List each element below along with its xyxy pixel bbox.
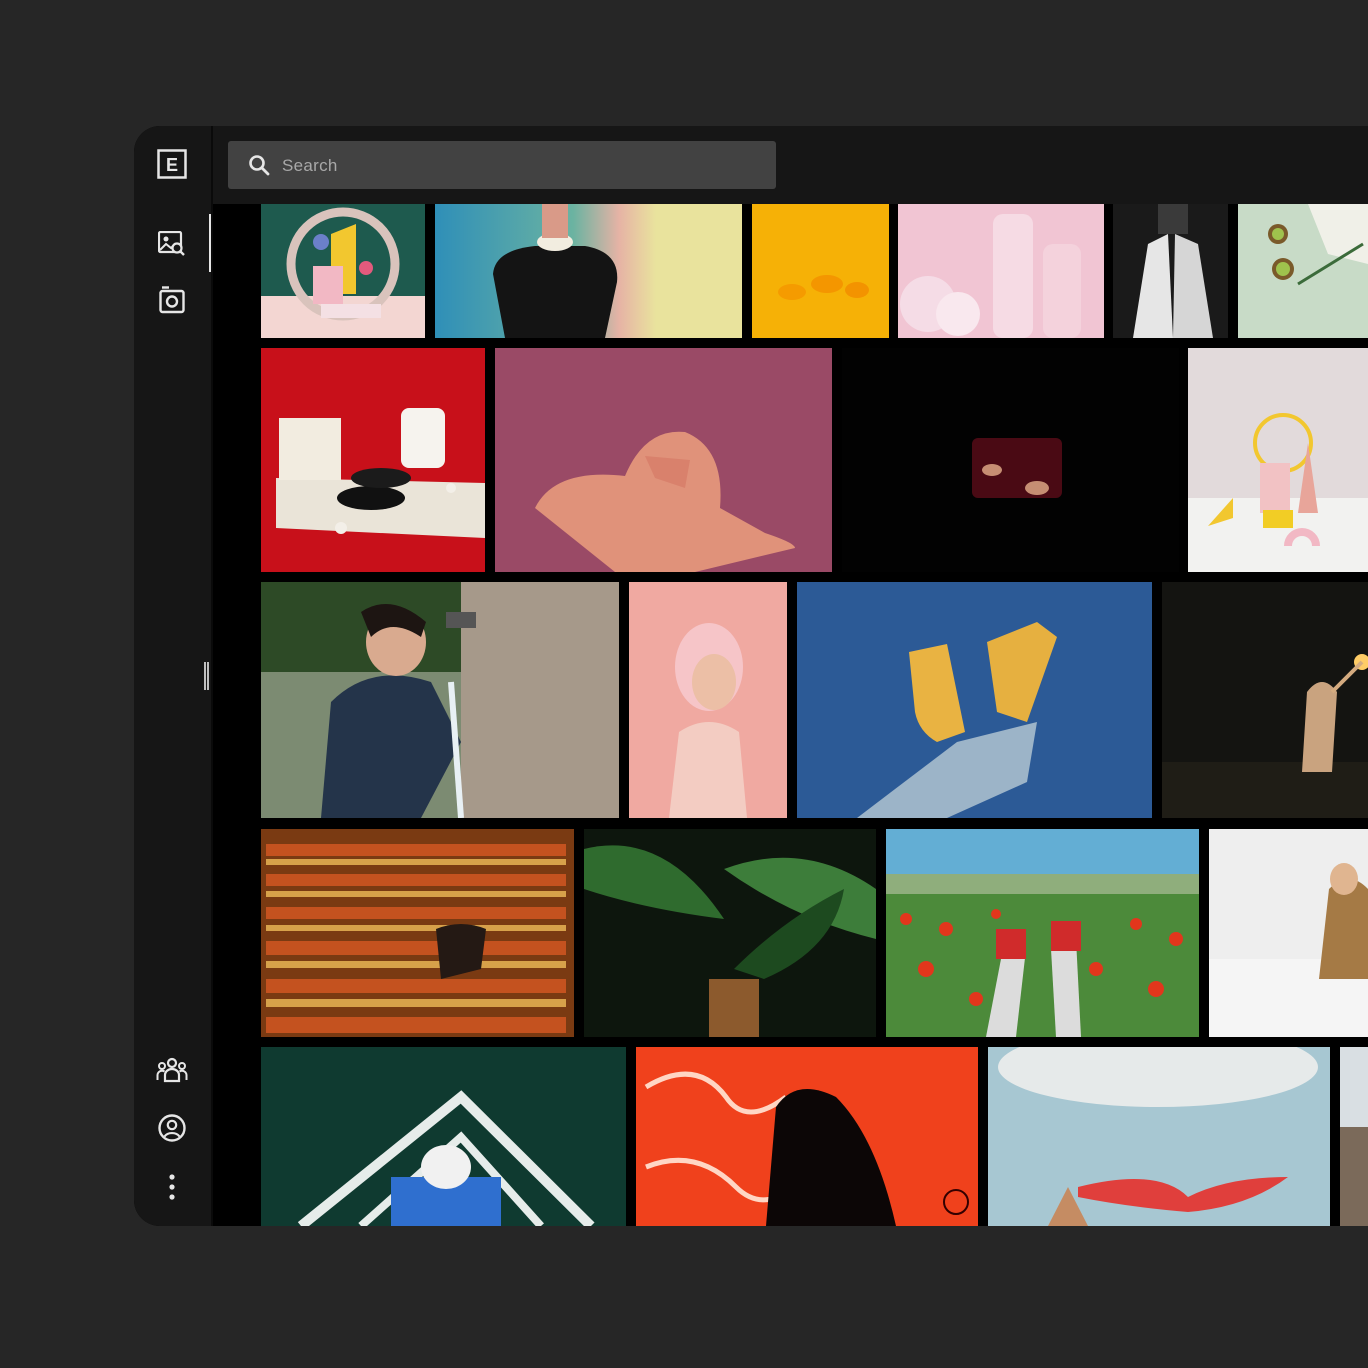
- kiwi-chopsticks-photo: [1238, 204, 1368, 338]
- sidebar-item-profile[interactable]: [156, 1112, 188, 1144]
- logo[interactable]: E: [156, 148, 188, 180]
- photo-tile[interactable]: [261, 582, 619, 818]
- pink-haired-woman-photo: [629, 582, 787, 818]
- paper-sculpture-pastel-photo: [261, 204, 425, 338]
- photo-tile[interactable]: [1113, 204, 1228, 338]
- photo-tile[interactable]: [898, 204, 1104, 338]
- more-vertical-icon: [169, 1174, 175, 1200]
- shoes-tie-red-set-photo: [261, 348, 485, 572]
- group-icon: [156, 1057, 188, 1083]
- woman-drinking-tap-photo: [261, 582, 619, 818]
- pink-plastic-bottles-photo: [898, 204, 1104, 338]
- yellow-ring-still-life-photo: [1188, 348, 1368, 572]
- top-bar: [213, 126, 1368, 204]
- sidebar-resize-handle[interactable]: [204, 662, 209, 690]
- photo-tile[interactable]: [1162, 582, 1368, 818]
- search-box[interactable]: [228, 141, 776, 191]
- photo-tile[interactable]: [752, 204, 889, 338]
- user-circle-icon: [158, 1114, 186, 1142]
- photo-tile[interactable]: [1209, 829, 1368, 1037]
- photo-tile[interactable]: [636, 1047, 978, 1226]
- sidebar-item-camera[interactable]: [156, 284, 188, 316]
- active-indicator: [209, 214, 211, 272]
- sidebar-item-more[interactable]: [156, 1171, 188, 1203]
- photo-tile[interactable]: [435, 204, 742, 338]
- field-lines-aerial-photo: [261, 1047, 626, 1226]
- red-scarf-sky-photo: [988, 1047, 1330, 1226]
- sneakers-poppy-field-photo: [886, 829, 1199, 1037]
- photo-grid: [213, 204, 1368, 1226]
- hands-on-back-pink-photo: [495, 348, 832, 572]
- oranges-on-yellow-photo: [752, 204, 889, 338]
- photo-tile[interactable]: [842, 348, 1179, 572]
- sidebar: E: [134, 126, 213, 1226]
- photo-tile[interactable]: [629, 582, 787, 818]
- photo-tile[interactable]: [261, 1047, 626, 1226]
- photo-tile[interactable]: [495, 348, 832, 572]
- photo-tile[interactable]: [584, 829, 876, 1037]
- search-icon: [249, 155, 270, 176]
- sidebar-item-community[interactable]: [156, 1054, 188, 1086]
- city-edge-photo: [1340, 1047, 1368, 1226]
- yellow-sneakers-sky-photo: [797, 582, 1152, 818]
- camera-icon: [159, 286, 185, 314]
- app-window: E: [134, 126, 1368, 1226]
- banana-leaves-night-photo: [584, 829, 876, 1037]
- photo-tile[interactable]: [261, 348, 485, 572]
- photo-tile[interactable]: [261, 829, 574, 1037]
- figures-night-sparkler-photo: [1162, 582, 1368, 818]
- photo-tile[interactable]: [1238, 204, 1368, 338]
- photo-tile[interactable]: [261, 204, 425, 338]
- photo-tile[interactable]: [988, 1047, 1330, 1226]
- sidebar-item-browse[interactable]: [156, 228, 188, 260]
- hands-in-dark-photo: [842, 348, 1179, 572]
- neon-sign-silhouette-photo: [636, 1047, 978, 1226]
- woman-white-steps-photo: [1209, 829, 1368, 1037]
- red-theater-seats-photo: [261, 829, 574, 1037]
- white-pants-legs-photo: [1113, 204, 1228, 338]
- photo-tile[interactable]: [1340, 1047, 1368, 1226]
- search-input[interactable]: [280, 141, 764, 191]
- photo-tile[interactable]: [886, 829, 1199, 1037]
- photo-tile[interactable]: [797, 582, 1152, 818]
- logo-letter: E: [166, 155, 178, 175]
- logo-icon: E: [157, 149, 187, 179]
- person-colored-wall-photo: [435, 204, 742, 338]
- photo-tile[interactable]: [1188, 348, 1368, 572]
- image-search-icon: [158, 231, 185, 256]
